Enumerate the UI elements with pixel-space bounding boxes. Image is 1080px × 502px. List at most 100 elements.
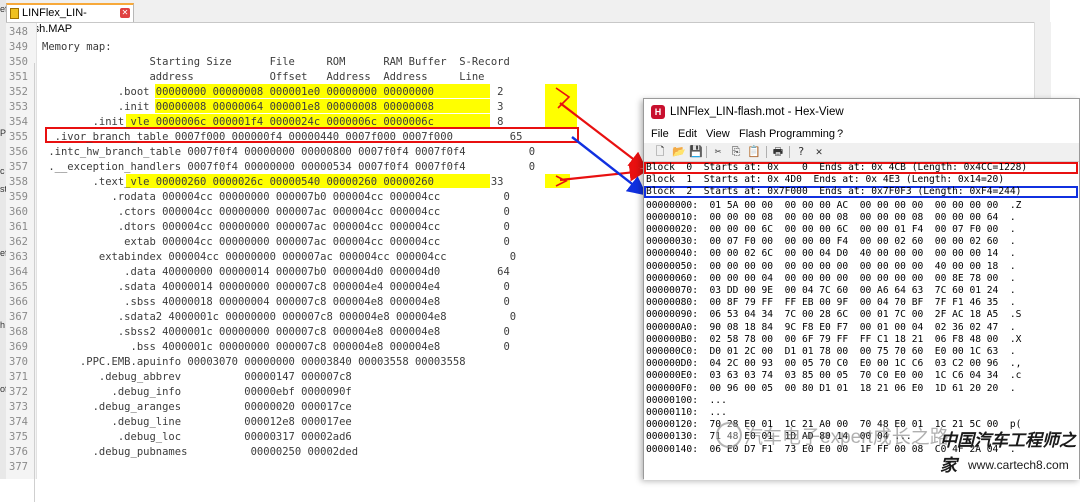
menu-?[interactable]: ? bbox=[837, 125, 843, 143]
line-number: 350 bbox=[9, 56, 28, 68]
code-line: .debug_loc 00000317 00002ad6 bbox=[42, 431, 352, 443]
hex-dump-area[interactable]: Block 0 Starts at: 0x 0 Ends at: 0x 4CB … bbox=[644, 162, 1079, 480]
toolbar-separator bbox=[789, 146, 790, 158]
hex-row[interactable]: 00000130: 71 48 E0 01 1D AD 80 14 00 04 … bbox=[646, 431, 912, 443]
line-number: 377 bbox=[9, 461, 28, 473]
hex-row[interactable]: 00000140: 06 E0 D7 F1 73 E0 E0 00 1F FF … bbox=[646, 444, 1016, 456]
line-number: 366 bbox=[9, 296, 28, 308]
line-number: 365 bbox=[9, 281, 28, 293]
block-summary-0[interactable]: Block 0 Starts at: 0x 0 Ends at: 0x 4CB … bbox=[646, 162, 1027, 174]
line-number: 375 bbox=[9, 431, 28, 443]
hex-row[interactable]: 00000070: 03 DD 00 9E 00 04 7C 60 00 A6 … bbox=[646, 285, 1016, 297]
line-number: 372 bbox=[9, 386, 28, 398]
hex-view-menubar: File Edit View Flash Programming? bbox=[644, 125, 1079, 143]
hex-row[interactable]: 00000110: ... bbox=[646, 407, 727, 419]
code-line: .boot 00000000 00000008 000001e0 0000000… bbox=[42, 86, 504, 98]
hex-row[interactable]: 00000040: 00 00 02 6C 00 00 04 D0 40 00 … bbox=[646, 248, 1016, 260]
line-number: 353 bbox=[9, 101, 28, 113]
strip-text: c bbox=[0, 166, 5, 176]
hex-row[interactable]: 000000E0: 03 63 03 74 03 85 00 05 70 C0 … bbox=[646, 370, 1021, 382]
code-line: .text_vle 00000260 0000026c 00000540 000… bbox=[42, 176, 504, 188]
code-line: .debug_abbrev 00000147 000007c8 bbox=[42, 371, 352, 383]
menu-view[interactable]: View bbox=[706, 125, 730, 143]
code-line: .debug_info 00000ebf 0000090f bbox=[42, 386, 352, 398]
toolbar-separator bbox=[706, 146, 707, 158]
editor-tab-bar: LINFlex_LIN-flash.MAP ✕ bbox=[6, 0, 1050, 35]
line-number: 363 bbox=[9, 251, 28, 263]
block-summary-2[interactable]: Block 2 Starts at: 0x7F000 Ends at: 0x7F… bbox=[646, 186, 1021, 198]
hex-view-titlebar[interactable]: H LINFlex_LIN-flash.mot - Hex-View bbox=[644, 99, 1079, 125]
line-number: 351 bbox=[9, 71, 28, 83]
toolbar-separator bbox=[766, 146, 767, 158]
line-number: 370 bbox=[9, 356, 28, 368]
print-icon[interactable]: 🖶 bbox=[771, 145, 785, 159]
line-number: 374 bbox=[9, 416, 28, 428]
menu-flash-programming[interactable]: Flash Programming bbox=[739, 125, 835, 143]
code-line: .debug_line 000012e8 000017ee bbox=[42, 416, 352, 428]
window-title: LINFlex_LIN-flash.mot - Hex-View bbox=[670, 106, 844, 118]
highlight-srecord-top bbox=[545, 84, 577, 128]
line-number: 367 bbox=[9, 311, 28, 323]
save-icon[interactable]: 💾 bbox=[689, 145, 703, 159]
hex-row[interactable]: 00000100: ... bbox=[646, 395, 727, 407]
hex-row[interactable]: 000000A0: 90 08 18 84 9C F8 E0 F7 00 01 … bbox=[646, 322, 1016, 334]
line-number: 352 bbox=[9, 86, 28, 98]
tab-close-icon[interactable]: ✕ bbox=[120, 8, 130, 18]
strip-text: h bbox=[0, 320, 6, 330]
code-line: .ctors 000004cc 00000000 000007ac 000004… bbox=[42, 206, 510, 218]
line-number: 359 bbox=[9, 191, 28, 203]
line-number: 349 bbox=[9, 41, 28, 53]
cut-icon[interactable]: ✂ bbox=[711, 145, 725, 159]
new-file-icon[interactable]: 🗋 bbox=[653, 145, 667, 159]
line-number: 348 bbox=[9, 26, 28, 38]
code-line: extab 000004cc 00000000 000007ac 000004c… bbox=[42, 236, 510, 248]
menu-file[interactable]: File bbox=[651, 125, 669, 143]
hex-row[interactable]: 000000C0: D0 01 2C 00 D1 01 78 00 00 75 … bbox=[646, 346, 1016, 358]
highlight-srecord-33 bbox=[545, 174, 570, 188]
hex-row[interactable]: 00000090: 06 53 04 34 7C 00 28 6C 00 01 … bbox=[646, 309, 1021, 321]
hex-row[interactable]: 00000030: 00 07 F0 00 00 00 00 F4 00 00 … bbox=[646, 236, 1016, 248]
help-icon[interactable]: ? bbox=[794, 145, 808, 159]
hexview-app-icon: H bbox=[651, 105, 665, 119]
code-line: .rodata 000004cc 00000000 000007b0 00000… bbox=[42, 191, 510, 203]
line-number: 360 bbox=[9, 206, 28, 218]
line-number: 361 bbox=[9, 221, 28, 233]
hex-row[interactable]: 00000020: 00 00 00 6C 00 00 00 6C 00 00 … bbox=[646, 224, 1016, 236]
copy-icon[interactable]: ⎘ bbox=[729, 145, 743, 159]
code-line: .debug_aranges 00000020 000017ce bbox=[42, 401, 352, 413]
hex-row[interactable]: 00000080: 00 8F 79 FF FF EB 00 9F 00 04 … bbox=[646, 297, 1016, 309]
block-summary-1[interactable]: Block 1 Starts at: 0x 4D0 Ends at: 0x 4E… bbox=[646, 174, 1004, 186]
menu-edit[interactable]: Edit bbox=[678, 125, 697, 143]
hex-row[interactable]: 00000050: 00 00 00 00 00 00 00 00 00 00 … bbox=[646, 261, 1016, 273]
code-line: .data 40000000 00000014 000007b0 000004d… bbox=[42, 266, 510, 278]
hex-row[interactable]: 00000000: 01 5A 00 00 00 00 00 AC 00 00 … bbox=[646, 200, 1021, 212]
hex-row[interactable]: 000000D0: 04 2C 00 93 00 05 70 C0 E0 00 … bbox=[646, 358, 1021, 370]
hex-row[interactable]: 000000B0: 02 58 78 00 00 6F 79 FF FF C1 … bbox=[646, 334, 1021, 346]
code-line: .sbss2 4000001c 00000000 000007c8 000004… bbox=[42, 326, 510, 338]
hex-row[interactable]: 00000120: 70 28 E0 01 1C 21 A0 00 70 48 … bbox=[646, 419, 1021, 431]
code-line: .sbss 40000018 00000004 000007c8 000004e… bbox=[42, 296, 510, 308]
line-number: 368 bbox=[9, 326, 28, 338]
close-icon[interactable]: ✕ bbox=[812, 145, 826, 159]
code-line: Starting Size File ROM RAM Buffer S-Reco… bbox=[42, 56, 510, 68]
code-line: .sdata2 4000001c 00000000 000007c8 00000… bbox=[42, 311, 517, 323]
hex-row[interactable]: 00000060: 00 00 00 04 00 00 00 00 00 00 … bbox=[646, 273, 1016, 285]
code-line: .intc_hw_branch_table 0007f0f4 00000000 … bbox=[42, 146, 536, 158]
code-line: .ivor_branch_table 0007f000 000000f4 000… bbox=[42, 131, 523, 143]
code-line: .bss 4000001c 00000000 000007c8 000004e8… bbox=[42, 341, 510, 353]
line-number: 357 bbox=[9, 161, 28, 173]
code-line: extabindex 000004cc 00000000 000007ac 00… bbox=[42, 251, 517, 263]
line-number: 376 bbox=[9, 446, 28, 458]
tab-map-file[interactable]: LINFlex_LIN-flash.MAP ✕ bbox=[6, 3, 134, 35]
line-number: 356 bbox=[9, 146, 28, 158]
paste-icon[interactable]: 📋 bbox=[747, 145, 761, 159]
hex-row[interactable]: 000000F0: 00 96 00 05 00 80 D1 01 18 21 … bbox=[646, 383, 1016, 395]
code-line: .init_vle 0000006c 000001f4 0000024c 000… bbox=[42, 116, 504, 128]
line-number: 354 bbox=[9, 116, 28, 128]
open-folder-icon[interactable]: 📂 bbox=[672, 145, 686, 159]
file-icon bbox=[10, 8, 19, 19]
code-line: .debug_pubnames 00000250 00002ded bbox=[42, 446, 359, 458]
hex-view-window[interactable]: H LINFlex_LIN-flash.mot - Hex-View File E… bbox=[643, 98, 1080, 480]
hex-row[interactable]: 00000010: 00 00 00 08 00 00 00 08 00 00 … bbox=[646, 212, 1016, 224]
line-number-gutter: 348 349 350 351 352 353 354 355 356 357 358 359 360 3… bbox=[6, 23, 37, 502]
